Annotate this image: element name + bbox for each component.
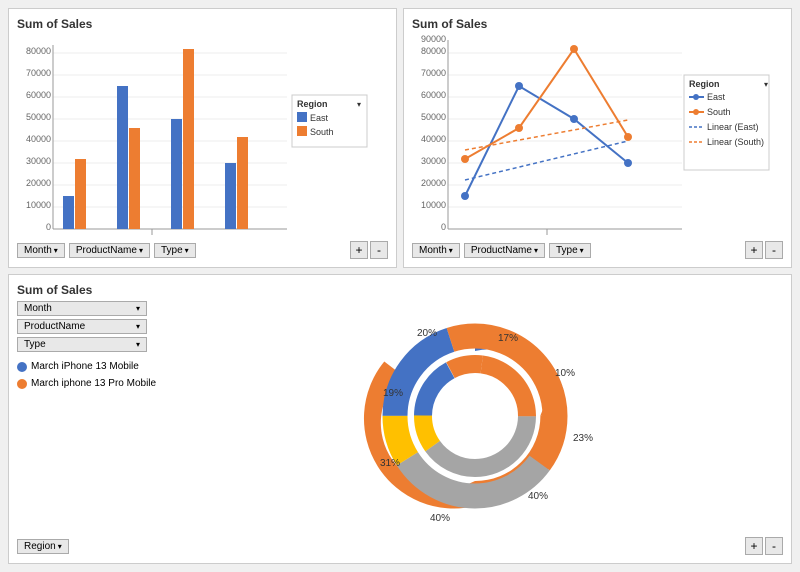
line-productname-filter-btn[interactable]: ProductName: [464, 243, 545, 258]
svg-text:Region: Region: [297, 99, 328, 109]
svg-text:60000: 60000: [421, 90, 446, 100]
donut-product-filter-btn[interactable]: ProductName: [17, 319, 147, 334]
donut-svg: 17% 10% 23% 40% 40% 31% 19% 20%: [345, 301, 605, 531]
donut-legend-label-1: March iphone 13 Pro Mobile: [31, 378, 156, 389]
donut-chart-footer: Region + -: [17, 537, 783, 555]
svg-text:80000: 80000: [26, 46, 51, 56]
svg-text:Region: Region: [689, 79, 720, 89]
donut-left-controls: Month ProductName Type March iPhone 13 M…: [17, 301, 157, 531]
svg-text:80000: 80000: [421, 46, 446, 56]
svg-text:60000: 60000: [26, 90, 51, 100]
line-chart-area: 0 10000 20000 30000 40000 50000 60000 70…: [412, 35, 783, 235]
svg-text:40000: 40000: [421, 134, 446, 144]
donut-legend-label-0: March iPhone 13 Mobile: [31, 361, 139, 372]
svg-text:▾: ▾: [764, 80, 768, 89]
svg-text:40000: 40000: [26, 134, 51, 144]
svg-text:50000: 50000: [421, 112, 446, 122]
donut-legend-item-1: March iphone 13 Pro Mobile: [17, 378, 157, 389]
bar-chart-add-btn[interactable]: +: [350, 241, 368, 259]
line-chart-panel: Sum of Sales 0 10000 20000 30000 40000 5…: [403, 8, 792, 268]
svg-text:0: 0: [441, 222, 446, 232]
svg-text:30000: 30000: [421, 156, 446, 166]
svg-text:17%: 17%: [498, 333, 518, 344]
donut-chart-panel: Sum of Sales Month ProductName Type Marc…: [8, 274, 792, 564]
donut-chart-remove-btn[interactable]: -: [765, 537, 783, 555]
line-chart-remove-btn[interactable]: -: [765, 241, 783, 259]
svg-text:23%: 23%: [573, 433, 593, 444]
svg-text:90000: 90000: [421, 35, 446, 44]
line-chart-toolbar: Month ProductName Type + -: [412, 241, 783, 259]
svg-text:20%: 20%: [417, 328, 437, 339]
svg-text:South: South: [310, 127, 334, 137]
line-type-filter-btn[interactable]: Type: [549, 243, 591, 258]
line-chart-svg: 0 10000 20000 30000 40000 50000 60000 70…: [412, 35, 772, 235]
donut-chart-container: 17% 10% 23% 40% 40% 31% 19% 20%: [167, 301, 783, 531]
productname-filter-btn[interactable]: ProductName: [69, 243, 150, 258]
bar-chart-toolbar: Month ProductName Type + -: [17, 241, 388, 259]
bar-chart-panel: Sum of Sales 0 10000 20000 30000 40000 5…: [8, 8, 397, 268]
donut-chart-footer-right: + -: [745, 537, 783, 555]
svg-text:30000: 30000: [26, 156, 51, 166]
svg-text:Linear (East): Linear (East): [707, 122, 759, 132]
month-filter-btn[interactable]: Month: [17, 243, 65, 258]
type-filter-btn[interactable]: Type: [154, 243, 196, 258]
svg-text:31%: 31%: [380, 458, 400, 469]
svg-text:19%: 19%: [383, 388, 403, 399]
svg-text:70000: 70000: [26, 68, 51, 78]
donut-bottom-panel: Month ProductName Type March iPhone 13 M…: [17, 301, 783, 531]
line-chart-add-btn[interactable]: +: [745, 241, 763, 259]
bar-chart-remove-btn[interactable]: -: [370, 241, 388, 259]
line-chart-toolbar-right: + -: [745, 241, 783, 259]
svg-text:East: East: [707, 92, 726, 102]
donut-chart-title: Sum of Sales: [17, 283, 783, 297]
svg-text:Linear (South): Linear (South): [707, 137, 764, 147]
donut-legend-item-0: March iPhone 13 Mobile: [17, 361, 157, 372]
donut-chart-add-btn[interactable]: +: [745, 537, 763, 555]
dashboard: Sum of Sales 0 10000 20000 30000 40000 5…: [8, 8, 792, 564]
svg-text:20000: 20000: [421, 178, 446, 188]
svg-text:South: South: [707, 107, 731, 117]
svg-text:▾: ▾: [357, 100, 361, 109]
svg-text:50000: 50000: [26, 112, 51, 122]
donut-type-filter-btn[interactable]: Type: [17, 337, 147, 352]
svg-text:10%: 10%: [555, 368, 575, 379]
donut-legend-entries: March iPhone 13 Mobile March iphone 13 P…: [17, 361, 157, 395]
bar-chart-svg: 0 10000 20000 30000 40000 50000 60000 70…: [17, 35, 377, 235]
donut-legend-swatch-1: [17, 379, 27, 389]
svg-text:20000: 20000: [26, 178, 51, 188]
donut-region-filter-btn[interactable]: Region: [17, 539, 69, 554]
svg-text:East: East: [310, 113, 329, 123]
svg-text:40%: 40%: [430, 513, 450, 524]
bar-chart-toolbar-right: + -: [350, 241, 388, 259]
bar-chart-title: Sum of Sales: [17, 17, 388, 31]
svg-text:40%: 40%: [528, 491, 548, 502]
svg-text:0: 0: [46, 222, 51, 232]
line-chart-title: Sum of Sales: [412, 17, 783, 31]
svg-text:10000: 10000: [26, 200, 51, 210]
bar-chart-area: 0 10000 20000 30000 40000 50000 60000 70…: [17, 35, 388, 235]
donut-month-filter-btn[interactable]: Month: [17, 301, 147, 316]
line-month-filter-btn[interactable]: Month: [412, 243, 460, 258]
svg-text:10000: 10000: [421, 200, 446, 210]
svg-text:70000: 70000: [421, 68, 446, 78]
donut-legend-swatch-0: [17, 362, 27, 372]
